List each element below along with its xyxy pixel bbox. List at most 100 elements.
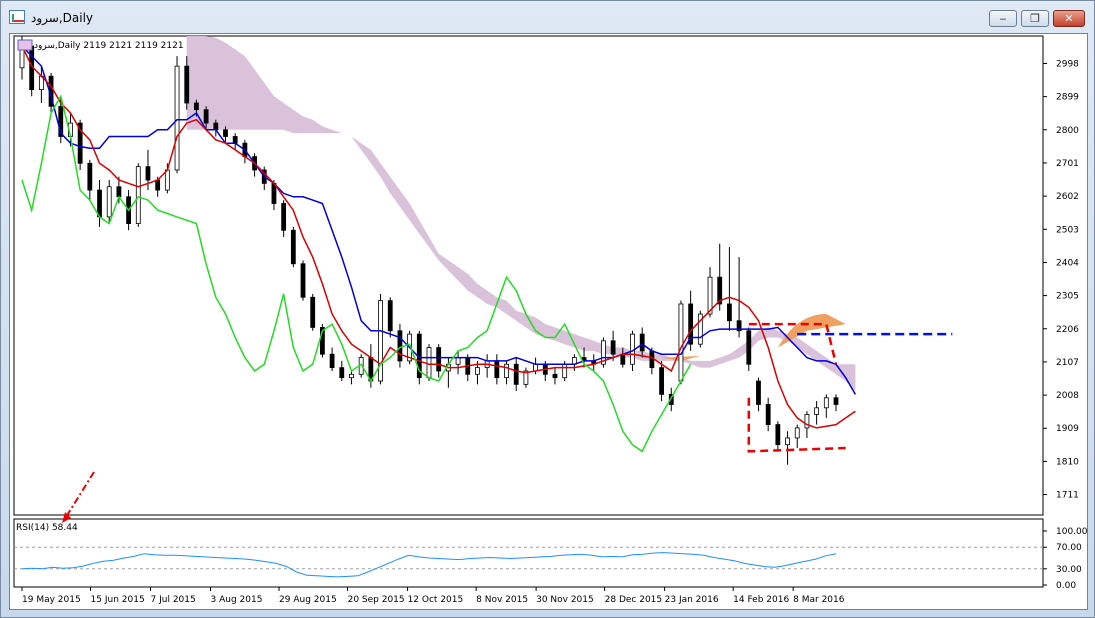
candle-body [310,296,316,328]
candle-body [513,363,519,385]
candle-body [135,166,141,224]
price-tick-label: 2503 [1056,225,1079,235]
kijun-sen-line [21,45,857,395]
candle-body [494,360,500,379]
date-tick-label: 7 Jul 2015 [151,595,196,605]
candle-body [533,363,538,372]
candle-body [756,380,761,405]
rsi-line [21,552,837,578]
chart-window: سرود,Daily ‒ ❐ ✕ 2998 2899 2800 2701 2602 250… [0,0,1095,618]
date-tick-label: 14 Feb 2016 [733,595,789,605]
rsi-plot-frame [13,518,1044,588]
candle-body [223,129,228,137]
candle-body [785,437,790,446]
candle-body [116,186,122,198]
candle-body [794,427,800,439]
candle-body [194,102,199,111]
price-tick-label: 2602 [1056,192,1079,202]
maximize-icon: ❐ [1030,12,1040,25]
candle-body [620,353,626,365]
candle-body [727,303,732,322]
candle-body [329,353,335,369]
title-bar[interactable]: سرود,Daily ‒ ❐ ✕ [1,1,1094,31]
close-button[interactable]: ✕ [1053,10,1085,27]
candle-body [106,186,112,218]
minimize-icon: ‒ [999,12,1007,25]
rsi-tick-label: 70.00 [1056,543,1082,553]
price-tick-label: 2404 [1056,258,1079,268]
price-tick-label: 2008 [1056,391,1079,401]
window-title: سرود,Daily [31,11,94,25]
candle-body [775,424,781,446]
rsi-title: RSI(14) 58.44 [16,523,78,533]
candle-body [155,179,161,191]
cloud-bullish-patch-2 [777,314,846,348]
price-tick-label: 2998 [1056,59,1079,69]
date-tick-label: 23 Jan 2016 [665,595,719,605]
date-tick-label: 12 Oct 2015 [408,595,464,605]
candle-body [833,397,839,405]
annotation-arrow-head [62,512,71,523]
price-chart[interactable]: 2998 2899 2800 2701 2602 2503 2404 2305 2206 2107… [10,34,1087,609]
candle-body [823,397,829,409]
candle-body [765,404,771,425]
candle-body [203,109,209,124]
candle-body [97,189,102,218]
candle-body [213,122,219,131]
candle-body [164,169,170,191]
chikou-span-line [21,94,692,453]
close-icon: ✕ [1064,12,1074,25]
candle-body [87,162,93,191]
candle-body [281,203,287,231]
candle-body [504,363,509,379]
candle-body [174,65,180,171]
price-tick-label: 1711 [1056,491,1079,501]
candle-body [378,300,383,382]
annotation-arrow-line [65,471,95,518]
candle-body [610,340,616,355]
candle-body [290,229,296,265]
minimize-button[interactable]: ‒ [989,10,1017,27]
price-tick-label: 2800 [1056,126,1079,136]
candle-body [232,136,238,144]
candle-body [562,363,568,379]
candle-body [184,65,190,104]
price-tick-label: 2107 [1056,358,1079,368]
date-tick-label: 28 Dec 2015 [605,595,663,605]
maximize-button[interactable]: ❐ [1021,10,1049,27]
candle-body [387,300,393,332]
candle-body [659,367,664,395]
chart-header: سرود,Daily 2119 2121 2119 2121 [34,41,184,51]
candle-body [552,373,558,379]
candle-body [436,347,442,372]
rsi-tick-label: 0.00 [1056,581,1076,591]
date-tick-label: 15 Jun 2015 [91,595,145,605]
candle-body [746,330,752,365]
ichimoku-cloud [186,36,856,392]
candle-body [639,333,645,352]
symbol-grid-icon [17,39,33,51]
chart-window-icon [9,10,25,24]
candle-body [339,367,345,379]
candle-body [814,407,820,415]
rsi-tick-label: 30.00 [1056,565,1082,575]
candle-body [145,166,151,181]
candle-body [804,414,810,429]
rsi-tick-label: 100.00 [1056,527,1087,537]
date-tick-label: 8 Nov 2015 [476,595,528,605]
date-tick-label: 29 Aug 2015 [279,595,337,605]
price-tick-label: 1909 [1056,424,1079,434]
main-plot-frame [13,35,1044,516]
candle-body [678,303,684,382]
candle-body [455,357,461,365]
date-tick-label: 30 Nov 2015 [536,595,594,605]
price-tick-label: 2899 [1056,93,1079,103]
chart-client-area[interactable]: 2998 2899 2800 2701 2602 2503 2404 2305 2206 2107… [9,33,1088,610]
candle-body [426,347,432,379]
candle-body [349,373,354,379]
price-tick-label: 1810 [1056,457,1079,467]
date-tick-label: 19 May 2015 [22,595,81,605]
candle-body [397,330,403,362]
price-tick-label: 2305 [1056,292,1079,302]
candle-body [300,263,306,298]
